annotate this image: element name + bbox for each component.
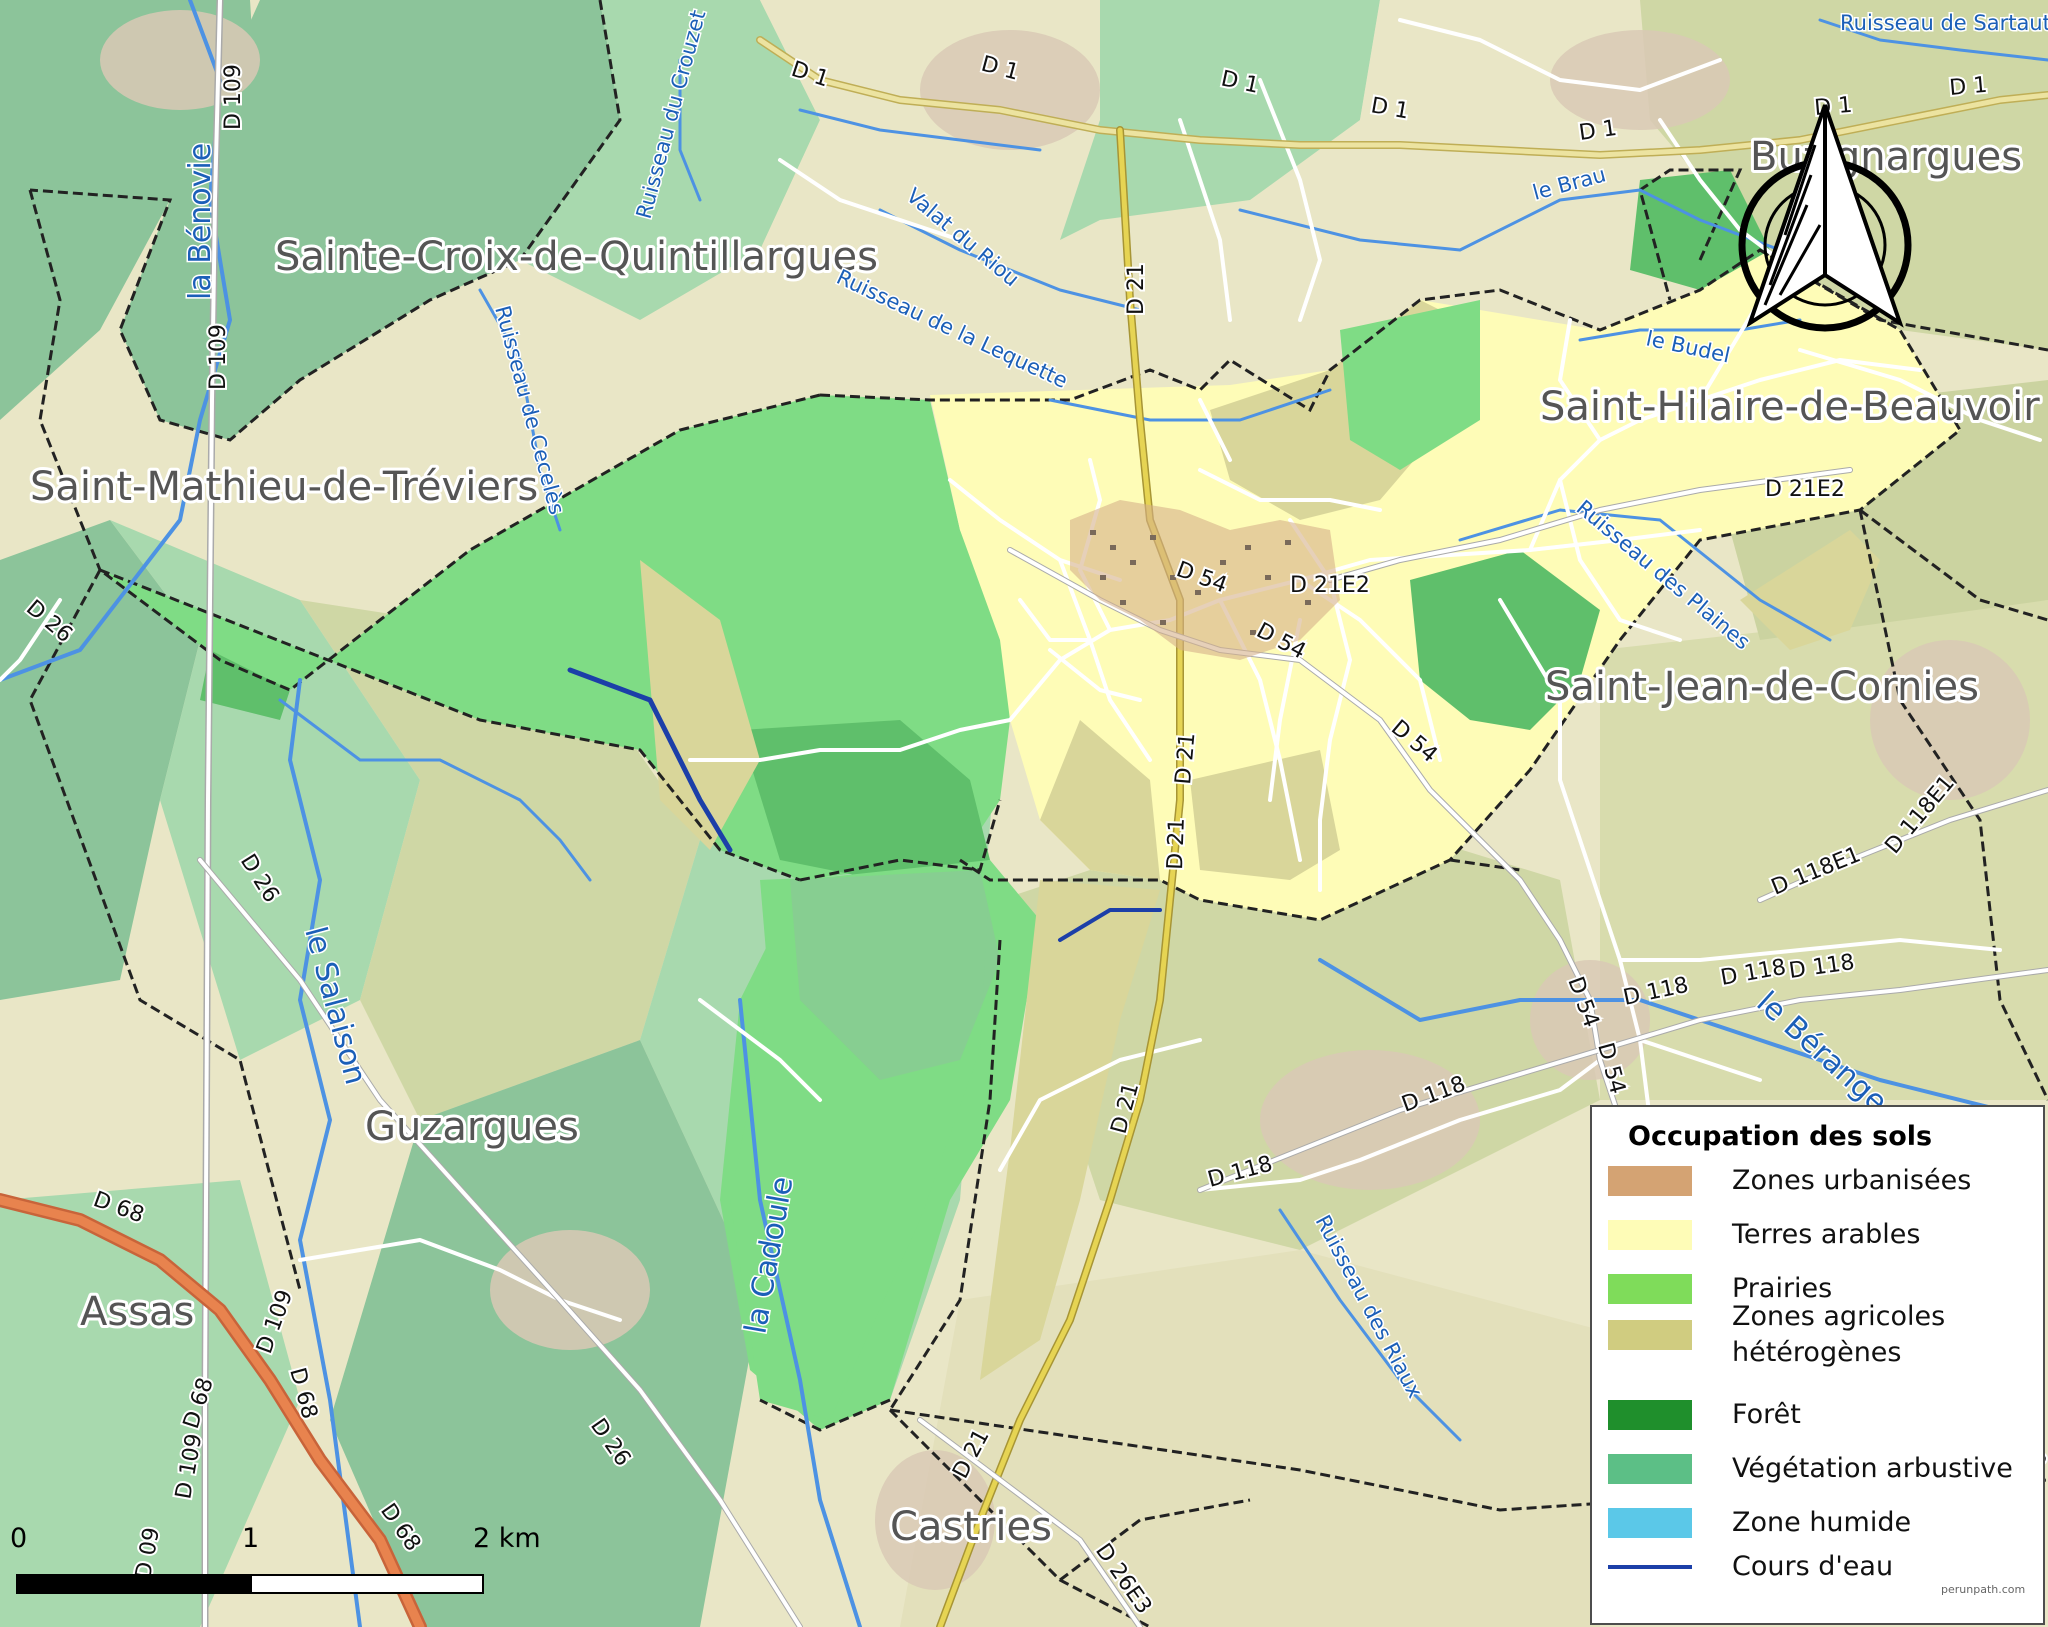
legend-item: Zone humide	[1608, 1503, 1911, 1543]
scale-segment-white	[250, 1574, 484, 1594]
scale-label-2: 2 km	[473, 1523, 541, 1554]
legend-color-swatch	[1608, 1400, 1692, 1430]
legend-color-swatch	[1608, 1220, 1692, 1250]
scale-label-0: 0	[10, 1523, 28, 1554]
water-label-sartaut: Ruisseau de Sartaut	[1840, 11, 2048, 35]
place-label-assas: Assas	[80, 1289, 194, 1335]
place-label-saint-jean: Saint-Jean-de-Cornies	[1545, 664, 1979, 710]
legend-item-label: Terres arables	[1732, 1219, 1921, 1250]
legend-color-swatch	[1608, 1166, 1692, 1196]
legend-item-label: Forêt	[1732, 1399, 1801, 1430]
legend-color-swatch	[1608, 1320, 1692, 1350]
road-label-d109-b: D 109	[206, 324, 231, 390]
legend-item: Forêt	[1608, 1395, 1801, 1435]
legend-item-label: Zone humide	[1732, 1507, 1912, 1538]
legend-title: Occupation des sols	[1628, 1121, 1933, 1152]
legend-item: Zones agricoles hétérogènes	[1608, 1301, 1945, 1368]
road-label-d109-a: D 109	[221, 64, 246, 130]
place-label-guzargues: Guzargues	[365, 1104, 579, 1150]
scale-segment-black	[16, 1574, 250, 1594]
credit: perunpath.com	[1941, 1583, 2026, 1596]
legend-item: Zones urbanisées	[1608, 1161, 1971, 1201]
legend-item: Végétation arbustive	[1608, 1449, 2013, 1489]
road-label-d1-d: D 1	[1577, 116, 1618, 146]
legend-line-swatch	[1608, 1565, 1692, 1569]
legend-color-swatch	[1608, 1274, 1692, 1304]
legend-item: Terres arables	[1608, 1215, 1920, 1255]
place-label-saint-mathieu: Saint-Mathieu-de-Tréviers	[30, 464, 538, 510]
road-label-d21e2-a: D 21E2	[1290, 573, 1370, 598]
legend-item-label: Zones urbanisées	[1732, 1165, 1972, 1196]
road-label-d21-b: D 21	[1171, 732, 1200, 786]
road-label-d21-c: D 21	[1163, 817, 1190, 870]
legend-item-label: Zones agricoles hétérogènes	[1732, 1301, 1946, 1368]
road-label-d21e2-b: D 21E2	[1765, 477, 1845, 502]
legend: Occupation des sols Zones urbanisées Terr…	[1590, 1105, 2045, 1625]
place-label-saint-hilaire: Saint-Hilaire-de-Beauvoir	[1540, 384, 2040, 430]
scale-bar	[16, 1574, 484, 1594]
legend-item-label: Végétation arbustive	[1732, 1453, 2013, 1484]
scale-label-1: 1	[242, 1523, 260, 1554]
legend-item: Cours d'eau	[1608, 1547, 1893, 1587]
water-label-benovie: la Bénovie	[183, 143, 218, 300]
legend-color-swatch	[1608, 1454, 1692, 1484]
legend-item-label: Cours d'eau	[1732, 1551, 1894, 1582]
legend-color-swatch	[1608, 1508, 1692, 1538]
road-label-d21-a: D 21	[1124, 263, 1149, 315]
road-label-d1-f: D 1	[1948, 73, 1988, 101]
place-label-castries: Castries	[890, 1504, 1052, 1550]
place-label-sainte-croix: Sainte-Croix-de-Quintillargues	[275, 234, 878, 280]
